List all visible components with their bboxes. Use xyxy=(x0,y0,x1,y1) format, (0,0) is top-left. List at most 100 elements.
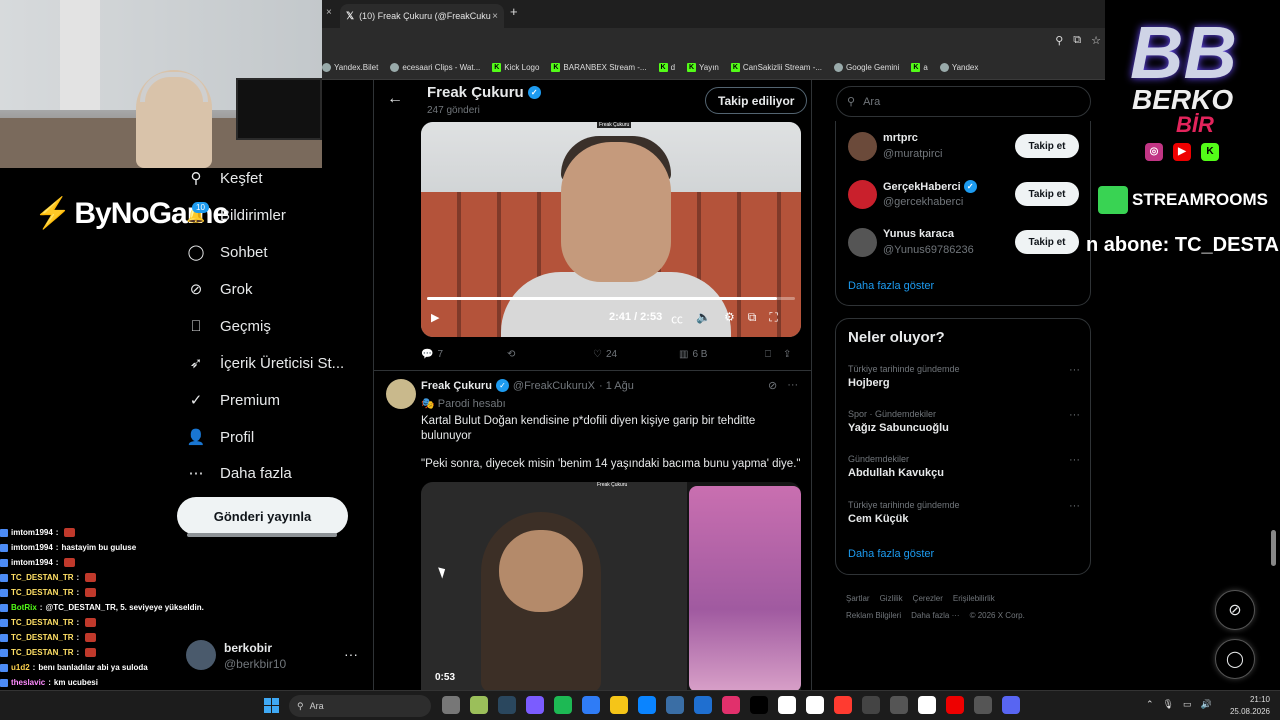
grok-fab[interactable]: ⊘ xyxy=(1215,590,1255,630)
yandex-icon[interactable] xyxy=(778,696,796,714)
pip-icon[interactable]: ⧉ xyxy=(748,310,757,327)
nav-item-2[interactable]: ◯ Sohbet xyxy=(186,242,268,262)
nav-item-4[interactable]: ⎕ Geçmiş xyxy=(186,316,270,336)
show-more-link[interactable]: Daha fazla göster xyxy=(848,548,934,560)
following-button[interactable]: Takip ediliyor xyxy=(705,87,808,114)
mail-icon[interactable] xyxy=(666,696,684,714)
speed-icon[interactable] xyxy=(862,696,880,714)
task-view-icon[interactable] xyxy=(442,696,460,714)
video-player[interactable]: Freak Çukuru 0:53 xyxy=(421,482,801,690)
copilot-icon[interactable] xyxy=(526,696,544,714)
follow-button[interactable]: Takip et xyxy=(1015,134,1079,158)
like-button[interactable]: ♡ 24 xyxy=(593,344,679,364)
epic-icon[interactable] xyxy=(890,696,908,714)
suggested-account[interactable]: Yunus karaca @Yunus69786236 Takip et xyxy=(848,228,1080,262)
video-progress[interactable] xyxy=(427,297,795,300)
avatar[interactable] xyxy=(386,379,416,409)
nav-item-3[interactable]: ⊘ Grok xyxy=(186,279,253,299)
clock[interactable]: 21:10 25.08.2026 xyxy=(1224,694,1270,718)
prev-tab-close-icon[interactable]: × xyxy=(326,7,332,18)
bookmark-item[interactable]: Yandex xyxy=(939,63,978,72)
tab-close-icon[interactable]: × xyxy=(492,11,498,22)
install-icon[interactable]: ⧉ xyxy=(1073,34,1081,47)
follow-button[interactable]: Takip et xyxy=(1015,230,1079,254)
show-more-link[interactable]: Daha fazla göster xyxy=(848,280,934,292)
volume-icon[interactable]: 🔊 xyxy=(1201,699,1212,710)
zoom-icon[interactable]: ⚲ xyxy=(1055,34,1063,47)
network-icon[interactable]: ▭ xyxy=(1183,699,1192,710)
tiktok-icon[interactable] xyxy=(806,696,824,714)
chevron-up-icon[interactable]: ⌃ xyxy=(1146,699,1154,710)
back-arrow-icon[interactable]: ← xyxy=(387,90,403,108)
bookmark-button[interactable]: ⎕ xyxy=(765,344,783,364)
settings-icon[interactable]: ⚙ xyxy=(724,310,735,327)
store-icon[interactable] xyxy=(582,696,600,714)
bookmark-item[interactable]: K Kick Logo xyxy=(492,63,539,72)
edge-icon[interactable] xyxy=(638,696,656,714)
views-button[interactable]: ▥ 6 B xyxy=(679,344,765,364)
mic-icon[interactable]: 🎙 xyxy=(1163,699,1174,710)
footer-link[interactable]: Çerezler xyxy=(913,594,943,603)
footer-link[interactable]: Daha fazla ··· xyxy=(911,611,959,620)
footer-link[interactable]: Şartlar xyxy=(846,594,870,603)
steam-icon[interactable] xyxy=(498,696,516,714)
bookmark-item[interactable]: Ka xyxy=(911,63,928,72)
footer-link[interactable]: Erişilebilirlik xyxy=(953,594,995,603)
trend-item[interactable]: Türkiye tarihinde gündemde Cem Küçük ··· xyxy=(848,500,1080,525)
trend-item[interactable]: Spor · Gündemdekiler Yağız Sabuncuoğlu ··· xyxy=(848,409,1080,434)
play-icon[interactable]: ▶ xyxy=(431,311,439,324)
bookmark-item[interactable]: K BARANBEX Stream -... xyxy=(551,63,647,72)
settings-icon[interactable] xyxy=(918,696,936,714)
spotify-icon[interactable] xyxy=(554,696,572,714)
nav-item-6[interactable]: ✓ Premium xyxy=(186,390,280,410)
notes-icon[interactable] xyxy=(470,696,488,714)
windows-start-icon[interactable] xyxy=(264,698,279,713)
bookmark-item[interactable]: Yandex.Bilet xyxy=(322,63,378,72)
nav-item-5[interactable]: ➶ İçerik Üreticisi St... xyxy=(186,353,344,373)
more-icon[interactable]: ··· xyxy=(1069,364,1080,376)
more-icon[interactable]: ··· xyxy=(1069,409,1080,421)
scrollbar[interactable] xyxy=(1271,530,1276,566)
nav-item-7[interactable]: 👤 Profil xyxy=(186,427,255,447)
more-icon[interactable]: ··· xyxy=(1069,500,1080,512)
discord-icon[interactable] xyxy=(1002,696,1020,714)
bookmark-item[interactable]: ecesaari Clips - Wat... xyxy=(390,63,480,72)
suggested-account[interactable]: mrtprc @muratpirci Takip et xyxy=(848,132,1080,166)
search-input[interactable]: ⚲ Ara xyxy=(836,86,1091,117)
retweet-button[interactable]: ⟲ xyxy=(507,344,593,364)
follow-button[interactable]: Takip et xyxy=(1015,182,1079,206)
video-player[interactable]: Freak Çukuru ▶ 2:41 / 2:53 ㏄ 🔈 ⚙ ⧉ ⛶ xyxy=(421,122,801,337)
word-icon[interactable] xyxy=(694,696,712,714)
footer-link[interactable]: Gizlilik xyxy=(880,594,903,603)
trend-item[interactable]: Türkiye tarihinde gündemde Hojberg ··· xyxy=(848,364,1080,389)
tiktok-icon[interactable] xyxy=(750,696,768,714)
more-icon[interactable]: ··· xyxy=(344,646,358,662)
browser-tab[interactable]: 𝕏 (10) Freak Çukuru (@FreakCuku × xyxy=(340,4,504,28)
suggested-account[interactable]: GerçekHaberci ✓ @gercekhaberci Takip et xyxy=(848,180,1080,214)
folder-icon[interactable] xyxy=(610,696,628,714)
new-tab-button[interactable]: + xyxy=(510,4,518,19)
reply-button[interactable]: 💬 7 xyxy=(421,344,507,364)
nav-item-0[interactable]: ⚲ Keşfet xyxy=(186,168,263,188)
capcut-icon[interactable] xyxy=(722,696,740,714)
more-icon[interactable]: ··· xyxy=(787,379,798,392)
trend-item[interactable]: Gündemdekiler Abdullah Kavukçu ··· xyxy=(848,454,1080,479)
bookmark-item[interactable]: Kd xyxy=(658,63,675,72)
star-icon[interactable]: ☆ xyxy=(1091,34,1101,47)
taskbar-search[interactable]: ⚲ Ara xyxy=(289,695,431,717)
obs-icon[interactable] xyxy=(974,696,992,714)
bookmark-item[interactable]: K CanSakizlii Stream -... xyxy=(730,63,822,72)
redapp-icon[interactable] xyxy=(946,696,964,714)
more-icon[interactable]: ··· xyxy=(1069,454,1080,466)
volume-icon[interactable]: 🔈 xyxy=(696,310,711,327)
fullscreen-icon[interactable]: ⛶ xyxy=(769,310,777,327)
messages-fab[interactable]: ◯ xyxy=(1215,639,1255,679)
bookmark-item[interactable]: K Yayın xyxy=(687,63,719,72)
footer-link[interactable]: © 2026 X Corp. xyxy=(970,611,1025,620)
captions-icon[interactable]: ㏄ xyxy=(671,310,683,327)
share-button[interactable]: ⇪ xyxy=(783,344,791,364)
footer-link[interactable]: Reklam Bilgileri xyxy=(846,611,901,620)
opera-icon[interactable] xyxy=(834,696,852,714)
grok-icon[interactable]: ⊘ xyxy=(768,379,777,392)
nav-item-8[interactable]: ⋯ Daha fazla xyxy=(186,463,292,483)
